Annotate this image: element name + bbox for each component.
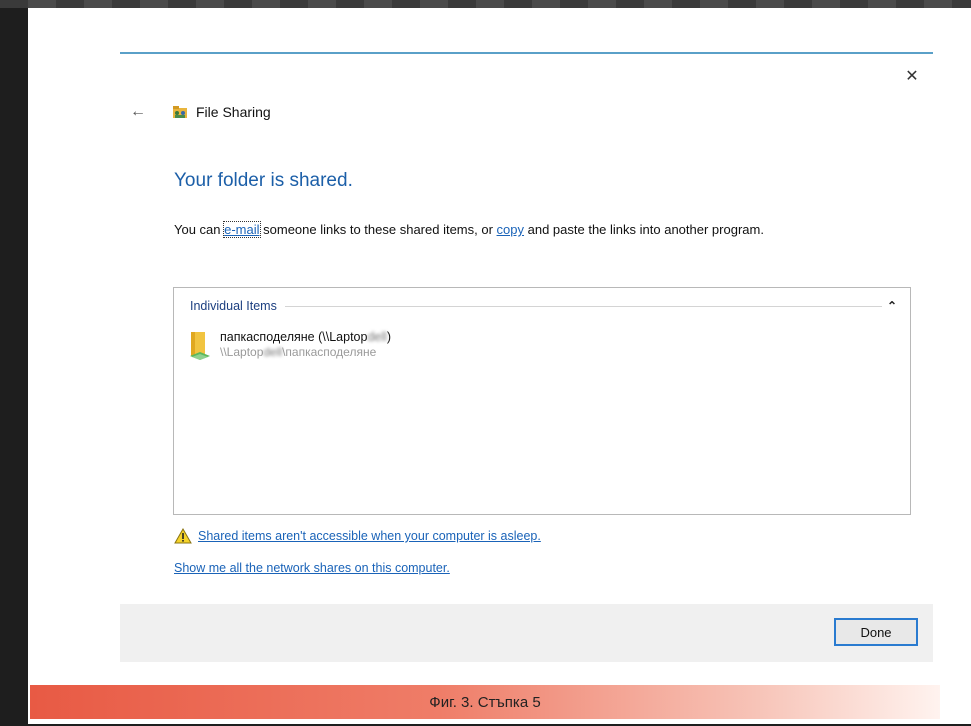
dialog-accent-line [120, 52, 933, 54]
desc-before: You can [174, 222, 225, 237]
copy-link[interactable]: copy [497, 222, 524, 237]
item-text: папкасподеляне (\\Laptopdell) \\Laptopde… [220, 330, 391, 359]
item-path-suffix: \папкасподеляне [282, 345, 377, 359]
description-text: You can e-mail someone links to these sh… [174, 221, 764, 238]
network-shares-link[interactable]: Show me all the network shares on this c… [174, 561, 450, 575]
screenshot-frame: ✕ ← File Sharing Your folder is shared. … [28, 8, 971, 724]
item-name-obscured: dell [367, 330, 387, 344]
app-title: File Sharing [196, 104, 271, 120]
dialog-footer: Done [120, 604, 933, 662]
group-header[interactable]: Individual Items ⌃ [190, 298, 902, 314]
top-edge-strip [0, 0, 971, 8]
list-item[interactable]: папкасподеляне (\\Laptopdell) \\Laptopde… [188, 330, 588, 368]
item-name-prefix: папкасподеляне (\\Laptop [220, 330, 368, 344]
shared-items-list: Individual Items ⌃ папкасподеляне (\\Lap… [173, 287, 911, 515]
email-link[interactable]: e-mail [223, 221, 261, 238]
app-title-bar: File Sharing [172, 104, 271, 120]
file-sharing-icon [173, 106, 187, 118]
caption-text: Фиг. 3. Стъпка 5 [429, 693, 541, 711]
group-label: Individual Items [190, 299, 277, 313]
close-button[interactable]: ✕ [900, 64, 924, 88]
figure-caption: Фиг. 3. Стъпка 5 [30, 685, 940, 719]
item-path: \\Laptopdell\папкасподеляне [220, 345, 391, 359]
item-name-suffix: ) [386, 330, 392, 344]
item-name: папкасподеляне (\\Laptopdell) [220, 330, 391, 345]
close-icon: ✕ [905, 68, 919, 85]
network-shares-row: Show me all the network shares on this c… [174, 559, 450, 577]
desc-after: and paste the links into another program… [524, 222, 764, 237]
chevron-up-icon: ⌃ [886, 299, 898, 313]
collapse-group-button[interactable]: ⌃ [882, 299, 902, 313]
done-button[interactable]: Done [834, 618, 918, 646]
item-path-obscured: dell [263, 345, 283, 359]
group-divider [284, 305, 882, 307]
back-button[interactable]: ← [128, 102, 148, 122]
asleep-warning-link[interactable]: Shared items aren't accessible when your… [198, 529, 541, 543]
asleep-warning-row: Shared items aren't accessible when your… [174, 528, 541, 544]
page-heading: Your folder is shared. [174, 170, 353, 191]
item-path-prefix: \\Laptop [220, 345, 264, 359]
desc-middle: someone links to these shared items, or [259, 222, 497, 237]
shared-folder-icon [190, 332, 210, 360]
file-sharing-dialog: ✕ ← File Sharing Your folder is shared. … [120, 52, 933, 662]
warning-icon [174, 528, 192, 544]
back-arrow-icon: ← [130, 103, 146, 120]
